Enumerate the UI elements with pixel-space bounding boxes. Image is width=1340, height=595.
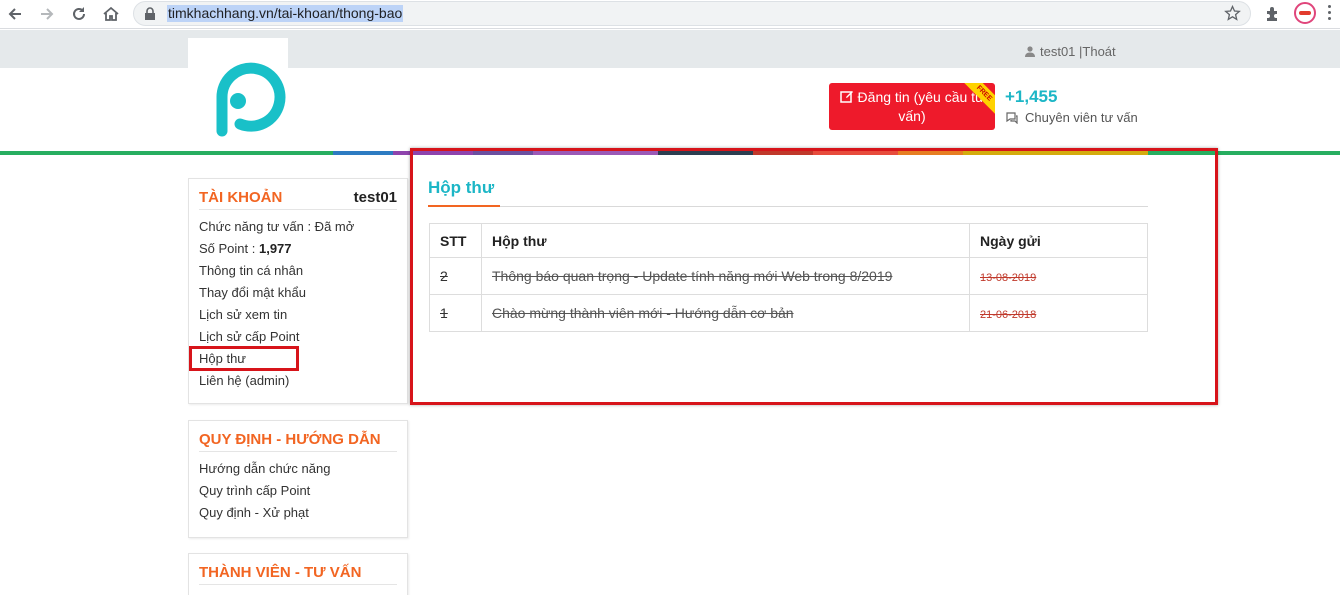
account-title: TÀI KHOẢN (199, 189, 283, 206)
sidebar-item-change-password[interactable]: Thay đổi mật khẩu (199, 282, 397, 304)
back-icon[interactable] (3, 2, 27, 26)
account-panel-header: TÀI KHOẢN test01 (199, 189, 397, 210)
col-subject: Hộp thư (481, 223, 970, 258)
browser-toolbar: timkhachhang.vn/tai-khoan/thong-bao (0, 0, 1340, 29)
inbox-table: STT Hộp thư Ngày gửi 2 Thông báo quan tr… (429, 223, 1148, 332)
sidebar-item-point-process[interactable]: Quy trình cấp Point (199, 480, 397, 502)
inbox-highlight (189, 346, 299, 371)
points-label: Số Point : (199, 241, 259, 256)
account-username: test01 (353, 189, 397, 206)
points-row: Số Point : 1,977 (199, 238, 397, 260)
row-stt: 2 (429, 257, 482, 295)
title-underline (428, 205, 500, 207)
sidebar-item-point-history[interactable]: Lịch sử cấp Point (199, 326, 397, 348)
row-subject-link[interactable]: Chào mừng thành viên mới - Hướng dẫn cơ … (481, 294, 970, 332)
forward-icon[interactable] (35, 2, 59, 26)
sidebar-item-penalty-rules[interactable]: Quy định - Xử phạt (199, 502, 397, 524)
user-menu[interactable]: test01 |Thoát (1025, 44, 1116, 59)
sidebar-item-feature-guide[interactable]: Hướng dẫn chức năng (199, 458, 397, 480)
site-logo[interactable] (188, 38, 288, 148)
profile-avatar[interactable] (1294, 2, 1316, 24)
url-text: timkhachhang.vn/tai-khoan/thong-bao (167, 5, 404, 22)
members-panel-header: THÀNH VIÊN - TƯ VẤN (199, 564, 397, 585)
address-bar[interactable]: timkhachhang.vn/tai-khoan/thong-bao (133, 1, 1251, 26)
reload-icon[interactable] (67, 2, 91, 26)
table-row[interactable]: 1 Chào mừng thành viên mới - Hướng dẫn c… (429, 294, 1148, 332)
edit-icon (839, 91, 853, 103)
consult-status: Chức năng tư vấn : Đã mở (199, 219, 355, 234)
consultant-label: Chuyên viên tư vấn (1025, 110, 1138, 125)
members-title: THÀNH VIÊN - TƯ VẤN (199, 564, 362, 581)
row-date: 21-06-2018 (969, 294, 1148, 332)
rules-panel: QUY ĐỊNH - HƯỚNG DẪN Hướng dẫn chức năng… (188, 420, 408, 538)
col-stt: STT (429, 223, 482, 258)
rules-title: QUY ĐỊNH - HƯỚNG DẪN (199, 431, 381, 448)
user-label[interactable]: test01 |Thoát (1040, 44, 1116, 59)
post-request-label: Đăng tin (yêu cầu tư vấn) (857, 89, 985, 124)
title-divider (428, 206, 1148, 207)
members-panel: THÀNH VIÊN - TƯ VẤN (188, 553, 408, 595)
chat-icon (1006, 111, 1018, 124)
puzzle-icon[interactable] (1263, 4, 1283, 24)
rules-panel-header: QUY ĐỊNH - HƯỚNG DẪN (199, 431, 397, 452)
row-stt: 1 (429, 294, 482, 332)
star-icon[interactable] (1224, 5, 1241, 22)
user-icon (1025, 46, 1035, 57)
sidebar-item-view-history[interactable]: Lịch sử xem tin (199, 304, 397, 326)
sidebar-item-contact-admin[interactable]: Liên hệ (admin) (199, 370, 397, 392)
logo-icon (216, 62, 286, 137)
table-row[interactable]: 2 Thông báo quan trọng - Update tính năn… (429, 257, 1148, 295)
col-date: Ngày gửi (969, 223, 1148, 258)
lock-icon (145, 7, 155, 20)
post-request-button[interactable]: Đăng tin (yêu cầu tư vấn) FREE (829, 83, 995, 130)
sidebar-item-profile[interactable]: Thông tin cá nhân (199, 260, 397, 282)
more-icon[interactable] (1328, 5, 1332, 23)
row-date: 13-08-2019 (969, 257, 1148, 295)
consultant-label-row: Chuyên viên tư vấn (1005, 110, 1138, 125)
home-icon[interactable] (99, 2, 123, 26)
table-header-row: STT Hộp thư Ngày gửi (429, 223, 1148, 258)
consultant-count: +1,455 (1005, 87, 1058, 106)
page-title: Hộp thư (428, 178, 495, 197)
points-value: 1,977 (258, 241, 292, 256)
row-subject-link[interactable]: Thông báo quan trọng - Update tính năng … (481, 257, 970, 295)
